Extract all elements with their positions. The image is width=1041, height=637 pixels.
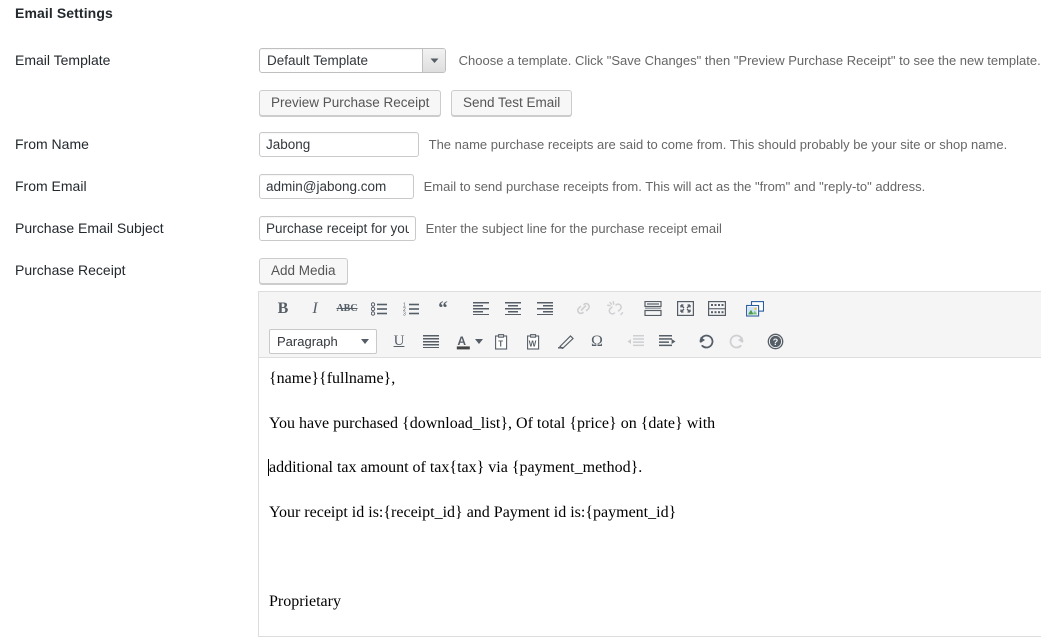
email-template-select[interactable]: Default Template	[259, 48, 446, 73]
email-settings-form: Email Template Default Template Choose a…	[0, 40, 1041, 292]
paste-as-text-icon[interactable]: T	[487, 329, 515, 355]
email-template-description: Choose a template. Click "Save Changes" …	[458, 53, 1041, 68]
editor-toolbar-row-2: Paragraph U A T W Ω ?	[259, 325, 1041, 358]
form-row-email-template: Email Template Default Template Choose a…	[0, 40, 1041, 124]
page-title: Email Settings	[15, 5, 113, 21]
undo-icon[interactable]	[691, 329, 719, 355]
blockquote-icon[interactable]: “	[429, 296, 457, 322]
form-row-purchase-receipt: Purchase Receipt Add Media	[0, 250, 1041, 292]
purchase-email-subject-input[interactable]	[259, 216, 416, 241]
unlink-icon[interactable]	[601, 296, 629, 322]
form-row-from-email: From Email Email to send purchase receip…	[0, 166, 1041, 208]
strikethrough-icon[interactable]: ABC	[333, 296, 361, 322]
editor-toolbar: B I ABC 1 2 3 “ Paragraph U A T W Ω ?	[259, 292, 1041, 358]
editor-paragraph-3: additional tax amount of tax{tax} via {p…	[268, 457, 1029, 479]
form-row-purchase-email-subject: Purchase Email Subject Enter the subject…	[0, 208, 1041, 250]
editor-toolbar-row-1: B I ABC 1 2 3 “	[259, 292, 1041, 325]
label-email-template: Email Template	[15, 52, 111, 68]
italic-icon[interactable]: I	[301, 296, 329, 322]
insert-more-tag-icon[interactable]	[639, 296, 667, 322]
clear-formatting-icon[interactable]	[551, 329, 579, 355]
text-color-dropdown-arrow-icon[interactable]	[475, 339, 483, 344]
editor-paragraph-1: {name}{fullname},	[269, 370, 396, 387]
purchase-email-subject-description: Enter the subject line for the purchase …	[425, 221, 722, 236]
redo-icon[interactable]	[723, 329, 751, 355]
email-template-select-wrapper: Default Template	[259, 48, 446, 73]
insert-image-icon[interactable]	[741, 296, 769, 322]
label-from-name: From Name	[15, 136, 89, 152]
svg-text:T: T	[498, 339, 503, 348]
paragraph-format-select[interactable]: Paragraph	[269, 329, 377, 354]
bold-icon[interactable]: B	[269, 296, 297, 322]
from-name-input[interactable]	[259, 132, 419, 157]
editor-paragraph-2: You have purchased {download_list}, Of t…	[269, 414, 716, 432]
svg-text:3: 3	[403, 311, 406, 316]
fullscreen-icon[interactable]	[671, 296, 699, 322]
editor-paragraph-empty	[269, 546, 1029, 568]
svg-text:A: A	[457, 334, 466, 348]
editor-paragraph-5: Proprietary	[269, 592, 341, 610]
editor-paragraph-4: Your receipt id is:{receipt_id} and Paym…	[269, 503, 677, 521]
label-from-email: From Email	[15, 178, 87, 194]
paste-from-word-icon[interactable]: W	[519, 329, 547, 355]
label-purchase-email-subject: Purchase Email Subject	[15, 220, 164, 236]
insert-link-icon[interactable]	[569, 296, 597, 322]
svg-text:?: ?	[772, 337, 778, 347]
purchase-receipt-editor: B I ABC 1 2 3 “ Paragraph U A T W Ω ? {n…	[258, 291, 1041, 637]
from-name-description: The name purchase receipts are said to c…	[428, 137, 1008, 152]
align-left-icon[interactable]	[467, 296, 495, 322]
indent-icon[interactable]	[653, 329, 681, 355]
send-test-email-button[interactable]: Send Test Email	[450, 90, 573, 116]
form-row-from-name: From Name The name purchase receipts are…	[0, 124, 1041, 166]
toggle-toolbar-icon[interactable]	[703, 296, 731, 322]
justify-icon[interactable]	[417, 329, 445, 355]
from-email-input[interactable]	[259, 174, 414, 199]
outdent-icon[interactable]	[621, 329, 649, 355]
special-character-icon[interactable]: Ω	[583, 329, 611, 355]
text-color-icon[interactable]: A	[449, 329, 477, 355]
format-select-wrapper: Paragraph	[269, 329, 377, 354]
unordered-list-icon[interactable]	[365, 296, 393, 322]
align-right-icon[interactable]	[531, 296, 559, 322]
preview-purchase-receipt-button[interactable]: Preview Purchase Receipt	[259, 90, 442, 116]
label-purchase-receipt: Purchase Receipt	[15, 262, 126, 278]
align-center-icon[interactable]	[499, 296, 527, 322]
svg-text:W: W	[528, 339, 536, 348]
keyboard-shortcuts-icon[interactable]: ?	[761, 329, 789, 355]
from-email-description: Email to send purchase receipts from. Th…	[423, 179, 926, 194]
editor-content-area[interactable]: {name}{fullname}, You have purchased {do…	[259, 358, 1041, 636]
add-media-button[interactable]: Add Media	[259, 258, 348, 284]
underline-icon[interactable]: U	[385, 329, 413, 355]
ordered-list-icon[interactable]: 1 2 3	[397, 296, 425, 322]
